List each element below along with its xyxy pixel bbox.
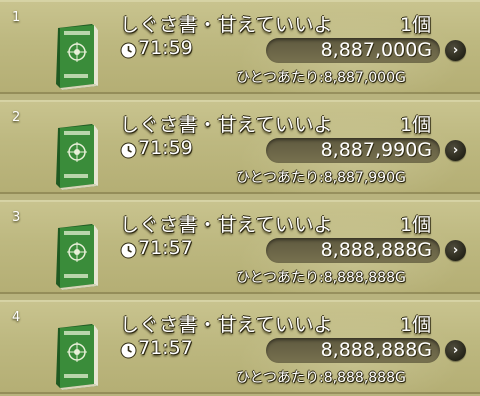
listing-row[interactable]: 2 しぐさ書・甘えていいよ 1個 71:59 8,887,990G › ひとつあ… xyxy=(0,100,480,194)
price-box: 8,887,000G xyxy=(266,38,440,63)
time-remaining: 71:59 xyxy=(138,37,193,59)
clock-icon xyxy=(120,42,137,59)
green-book-icon xyxy=(56,324,98,390)
listing-row[interactable]: 3 しぐさ書・甘えていいよ 1個 71:57 8,888,888G › ひとつあ… xyxy=(0,200,480,294)
total-price: 8,887,990G xyxy=(320,139,432,161)
green-book-icon xyxy=(56,124,98,190)
chevron-right-icon[interactable]: › xyxy=(445,40,466,61)
listing-list: 1 しぐさ書・甘えていいよ 1個 71:59 8,887,000G › ひとつあ… xyxy=(0,0,480,396)
total-price: 8,887,000G xyxy=(320,39,432,61)
time-remaining: 71:57 xyxy=(138,337,193,359)
chevron-right-icon[interactable]: › xyxy=(445,340,466,361)
item-name: しぐさ書・甘えていいよ xyxy=(120,14,334,36)
item-quantity: 1個 xyxy=(400,314,432,336)
unit-price: ひとつあたり:8,887,990G xyxy=(236,170,406,186)
listing-row[interactable]: 4 しぐさ書・甘えていいよ 1個 71:57 8,888,888G › ひとつあ… xyxy=(0,300,480,394)
row-number: 1 xyxy=(12,10,21,25)
item-name: しぐさ書・甘えていいよ xyxy=(120,114,334,136)
listing-row[interactable]: 1 しぐさ書・甘えていいよ 1個 71:59 8,887,000G › ひとつあ… xyxy=(0,0,480,94)
green-book-icon xyxy=(56,24,98,90)
item-quantity: 1個 xyxy=(400,214,432,236)
item-quantity: 1個 xyxy=(400,14,432,36)
time-remaining: 71:59 xyxy=(138,137,193,159)
clock-icon xyxy=(120,342,137,359)
clock-icon xyxy=(120,142,137,159)
price-box: 8,887,990G xyxy=(266,138,440,163)
clock-icon xyxy=(120,242,137,259)
total-price: 8,888,888G xyxy=(320,239,432,261)
chevron-right-icon[interactable]: › xyxy=(445,140,466,161)
time-remaining: 71:57 xyxy=(138,237,193,259)
green-book-icon xyxy=(56,224,98,290)
row-number: 4 xyxy=(12,310,21,325)
item-name: しぐさ書・甘えていいよ xyxy=(120,314,334,336)
unit-price: ひとつあたり:8,887,000G xyxy=(236,70,406,86)
row-number: 3 xyxy=(12,210,21,225)
item-name: しぐさ書・甘えていいよ xyxy=(120,214,334,236)
chevron-right-icon[interactable]: › xyxy=(445,240,466,261)
total-price: 8,888,888G xyxy=(320,339,432,361)
price-box: 8,888,888G xyxy=(266,338,440,363)
unit-price: ひとつあたり:8,888,888G xyxy=(236,270,406,286)
item-quantity: 1個 xyxy=(400,114,432,136)
row-number: 2 xyxy=(12,110,21,125)
unit-price: ひとつあたり:8,888,888G xyxy=(236,370,406,386)
price-box: 8,888,888G xyxy=(266,238,440,263)
